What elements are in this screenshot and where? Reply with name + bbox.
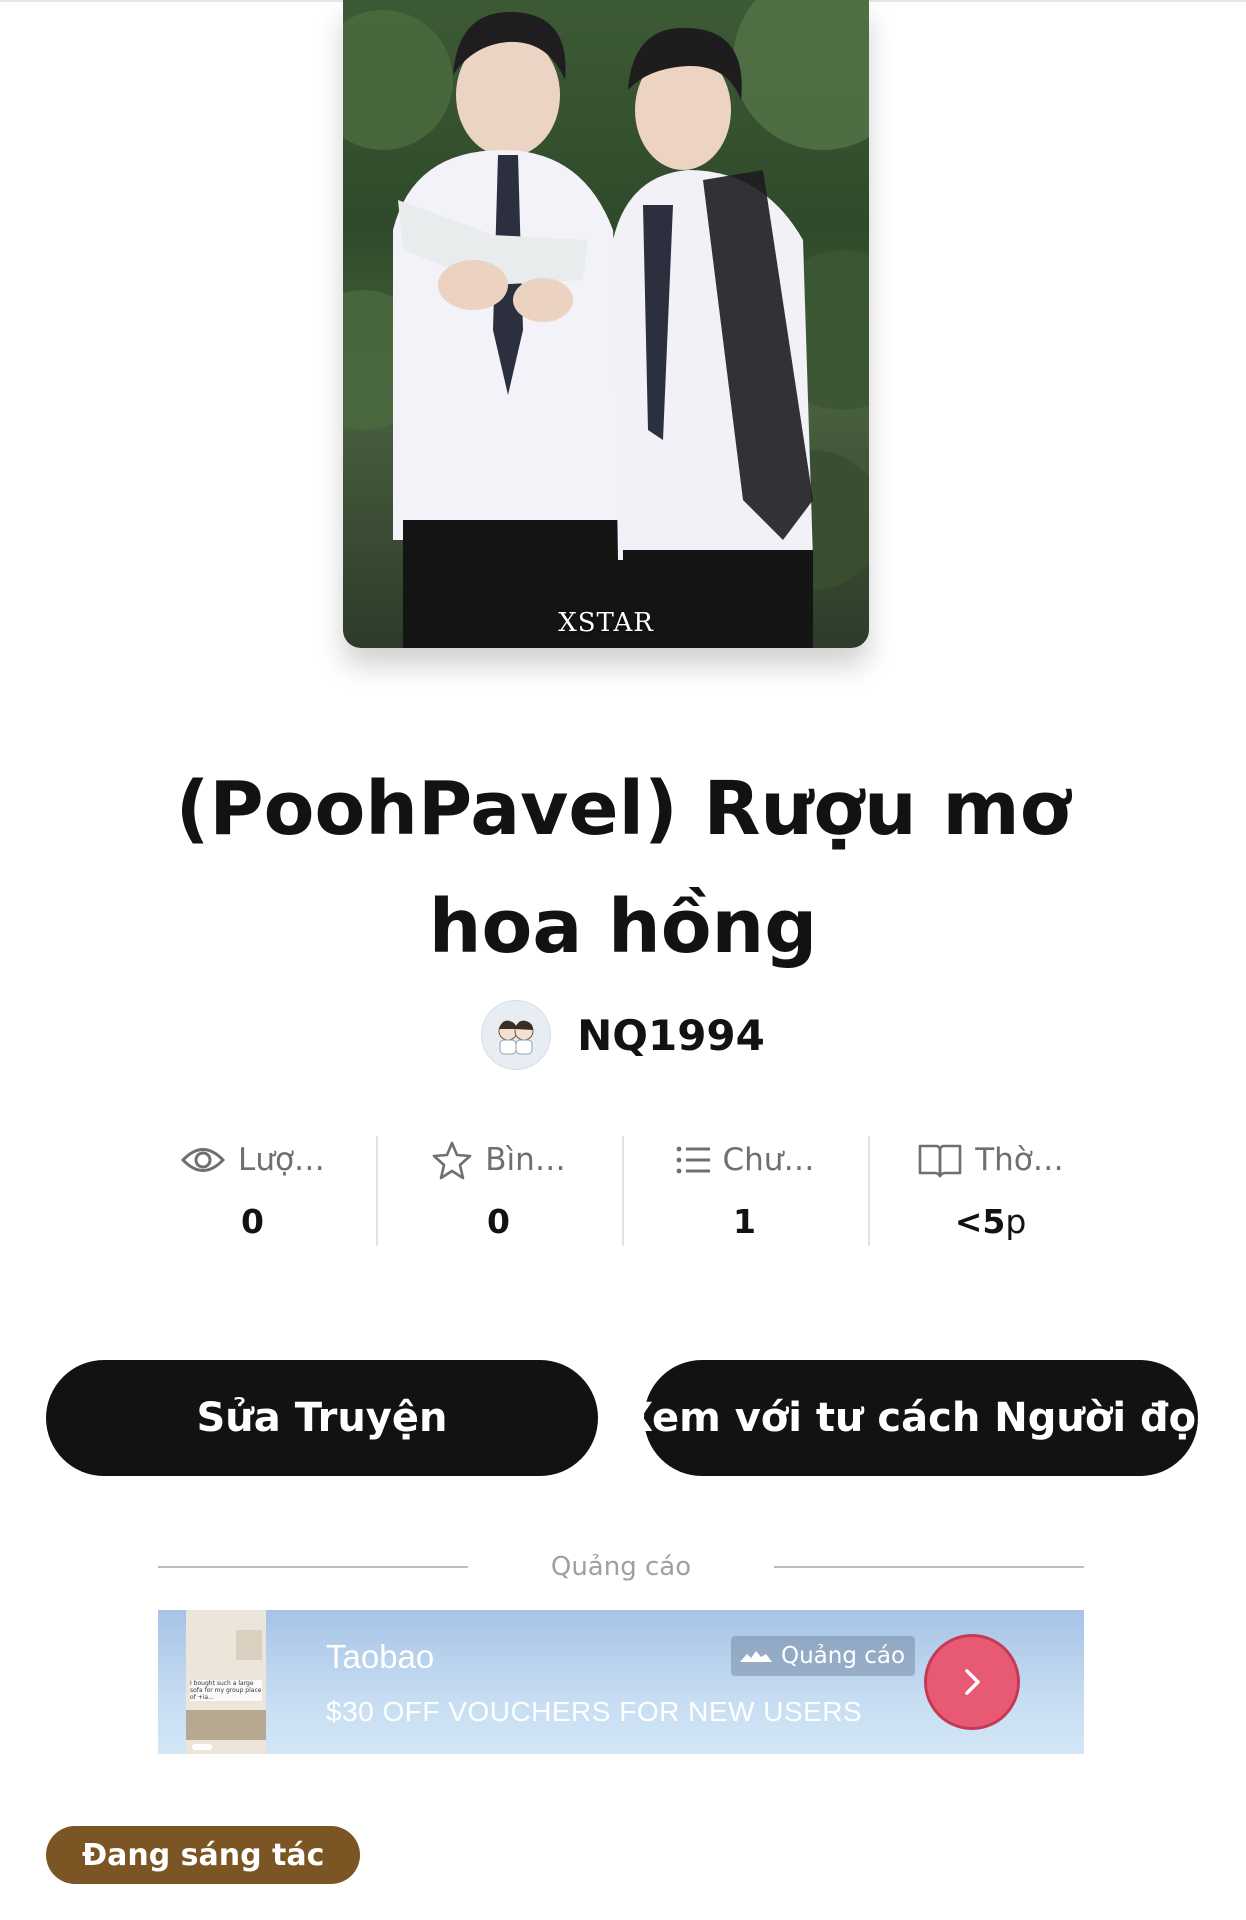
ad-badge-label: Quảng cáo [781, 1643, 906, 1669]
stat-chapters: Chư… 1 [622, 1130, 867, 1250]
stat-reading-time-value: <5p [868, 1202, 1113, 1241]
ad-signal-icon [740, 1651, 772, 1662]
stat-reading-time-label: Thờ… [975, 1142, 1064, 1178]
ad-brand[interactable]: Taobao [326, 1638, 434, 1676]
stat-reading-time: Thờ… <5p [868, 1130, 1113, 1250]
avatar-illustration-icon [498, 1020, 534, 1055]
story-title: (PoohPavel) Rượu mơ hoa hồng [175, 766, 1071, 970]
cover-watermark: XSTAR [558, 608, 654, 638]
ad-thumbnail: I bought such a large sofa for my group … [186, 1610, 266, 1754]
stat-votes-label: Bìn… [485, 1142, 566, 1178]
story-status-badge: Đang sáng tác [46, 1826, 361, 1884]
cover-illustration [343, 0, 869, 648]
list-icon [676, 1146, 710, 1174]
chevron-right-icon [965, 1669, 980, 1695]
stat-reads-label: Lượ… [238, 1142, 325, 1178]
stat-chapters-label: Chư… [722, 1142, 815, 1178]
author-row[interactable]: NQ1994 [0, 1000, 1246, 1070]
star-icon [432, 1141, 472, 1180]
stat-divider [622, 1136, 624, 1246]
stat-divider [376, 1136, 378, 1246]
book-open-icon [918, 1144, 962, 1178]
ad-banner[interactable]: I bought such a large sofa for my group … [158, 1610, 1084, 1754]
reading-time-unit: p [1005, 1202, 1027, 1241]
ad-section-header: Quảng cáo [158, 1548, 1084, 1588]
stat-chapters-value: 1 [733, 1202, 756, 1241]
ad-badge: Quảng cáo [731, 1636, 916, 1676]
story-cover-image[interactable]: XSTAR [343, 0, 869, 648]
stat-votes-value: 0 [487, 1202, 510, 1241]
reading-time-number: <5 [954, 1202, 1006, 1241]
stat-divider [868, 1136, 870, 1246]
ad-thumbnail-caption: I bought such a large sofa for my group … [190, 1680, 262, 1701]
ad-open-button[interactable] [924, 1634, 1020, 1730]
edit-story-button[interactable]: Sửa Truyện [46, 1360, 598, 1476]
eye-icon [180, 1148, 226, 1172]
stat-reads: Lượ… 0 [130, 1130, 375, 1250]
ad-section-label: Quảng cáo [550, 1552, 692, 1582]
stat-votes: Bìn… 0 [376, 1130, 621, 1250]
view-as-reader-button[interactable]: Xem với tư cách Người đọc [622, 1360, 1220, 1476]
author-name[interactable]: NQ1994 [577, 1011, 765, 1060]
ad-tagline[interactable]: $30 OFF VOUCHERS FOR NEW USERS [326, 1696, 862, 1728]
author-avatar[interactable] [481, 1000, 552, 1070]
stat-reads-value: 0 [241, 1202, 264, 1241]
